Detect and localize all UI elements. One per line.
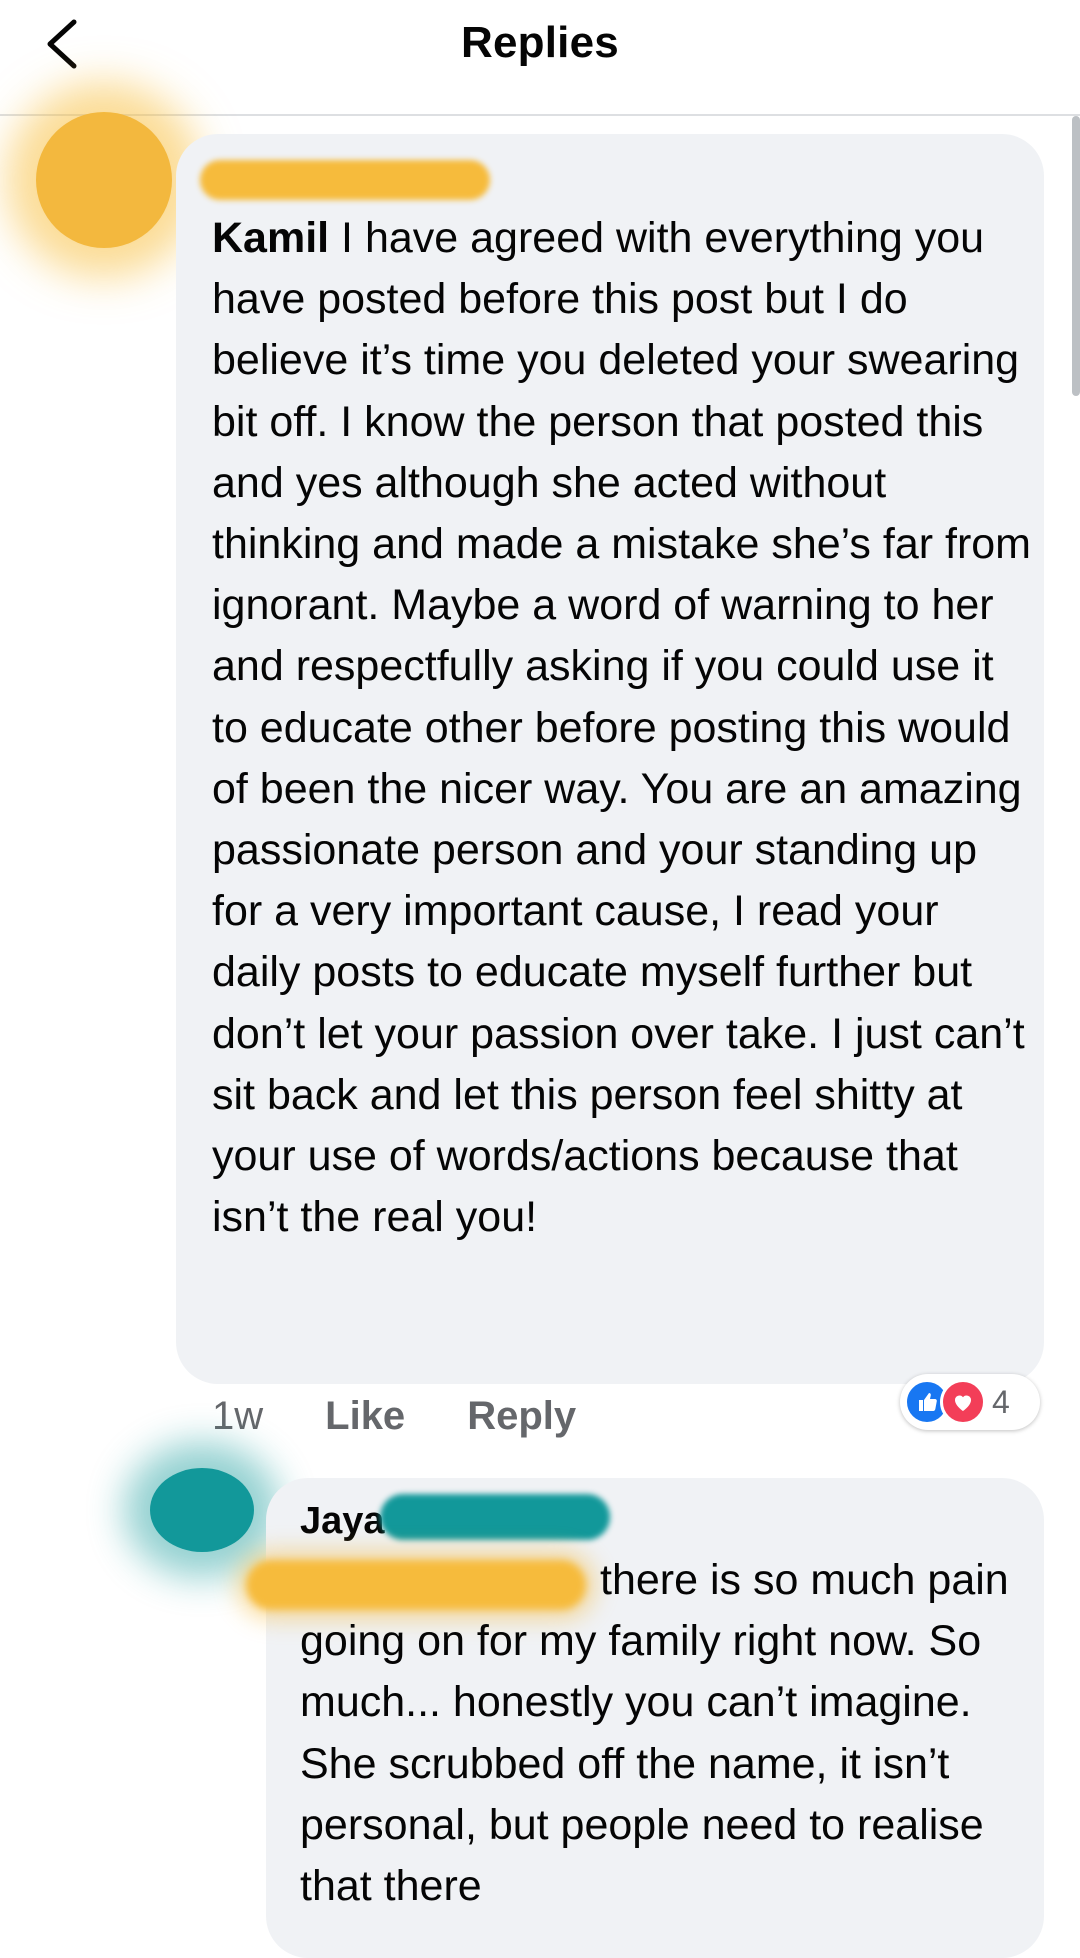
header-bar: Replies: [0, 0, 1080, 116]
avatar[interactable]: [150, 1468, 254, 1552]
reaction-summary[interactable]: 4: [900, 1374, 1040, 1430]
redacted-name: [200, 160, 490, 200]
page-title: Replies: [461, 18, 619, 67]
redacted-name: [380, 1494, 610, 1540]
reply-button[interactable]: Reply: [467, 1394, 576, 1439]
comment-author[interactable]: Jaya: [300, 1500, 385, 1543]
love-reaction-icon: [940, 1379, 986, 1425]
scrollbar[interactable]: [1072, 116, 1080, 396]
like-button[interactable]: Like: [325, 1394, 405, 1439]
comment-text: Kamil I have agreed with everything you …: [212, 208, 1032, 1248]
comment-body: I have agreed with everything you have p…: [212, 214, 1031, 1242]
avatar[interactable]: [36, 112, 172, 248]
comment-body: there is so much pain going on for my fa…: [300, 1556, 1009, 1911]
comment-actions: 1w Like Reply: [212, 1388, 576, 1444]
comment-author[interactable]: Kamil: [212, 214, 329, 262]
reaction-count: 4: [992, 1383, 1010, 1420]
comment-timestamp[interactable]: 1w: [212, 1394, 263, 1439]
